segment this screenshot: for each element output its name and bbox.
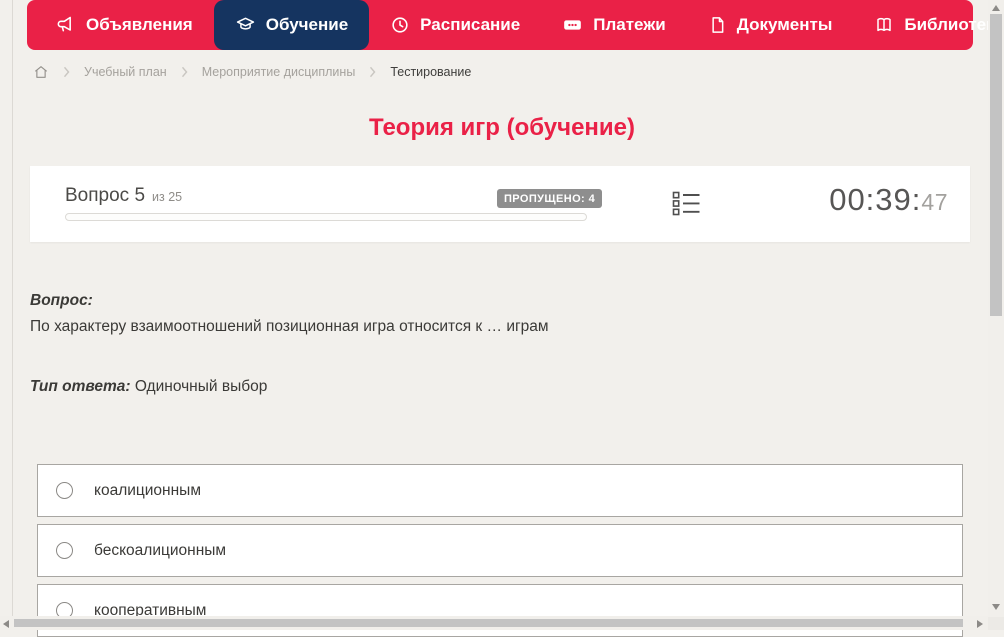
answer-option-label: бескоалиционным	[94, 541, 227, 559]
answer-option-2[interactable]: бескоалиционным	[37, 524, 963, 577]
nav-item-label: Документы	[736, 15, 833, 34]
radio-button[interactable]	[56, 542, 73, 559]
answer-option-1[interactable]: коалиционным	[37, 464, 963, 517]
timer-seconds: 47	[921, 189, 948, 215]
nav-item-label: Платежи	[593, 15, 666, 34]
horizontal-scrollbar[interactable]	[0, 616, 1004, 630]
question-header-card: Вопрос 5 из 25 ПРОПУЩЕНО: 4 00:39:47	[30, 166, 970, 242]
clock-icon	[390, 15, 410, 35]
breadcrumb-separator-icon	[180, 66, 189, 78]
nav-item-documents[interactable]: Документы	[687, 0, 854, 50]
scroll-down-arrow-icon[interactable]	[992, 604, 1000, 610]
breadcrumb-item-testing: Тестирование	[390, 65, 472, 79]
breadcrumb-item-discipline-event[interactable]: Мероприятие дисциплины	[202, 65, 356, 79]
scrollbar-corner	[988, 617, 1004, 630]
nav-item-label: Объявления	[86, 15, 193, 34]
skipped-badge: ПРОПУЩЕНО: 4	[497, 189, 603, 208]
test-progress-bar	[65, 213, 587, 221]
question-label: Вопрос:	[30, 292, 93, 309]
megaphone-icon	[56, 15, 76, 35]
breadcrumb-separator-icon	[368, 66, 377, 78]
question-total-label: из 25	[152, 190, 183, 204]
answer-type-row: Тип ответа: Одиночный выбор	[30, 378, 267, 396]
answer-option-label: коалиционным	[94, 481, 201, 499]
left-border-line	[12, 0, 13, 617]
horizontal-scrollbar-thumb[interactable]	[14, 619, 963, 627]
nav-item-library[interactable]: Библиотека	[853, 0, 1004, 50]
scroll-up-arrow-icon[interactable]	[992, 5, 1000, 11]
timer: 00:39:47	[829, 182, 948, 218]
nav-item-schedule[interactable]: Расписание	[369, 0, 541, 50]
vertical-scrollbar[interactable]	[988, 0, 1004, 617]
scroll-right-arrow-icon[interactable]	[977, 620, 983, 628]
nav-item-label: Расписание	[420, 15, 521, 34]
question-number-label: Вопрос 5	[65, 185, 146, 206]
home-icon[interactable]	[33, 64, 49, 80]
vertical-scrollbar-thumb[interactable]	[990, 14, 1002, 316]
scroll-left-arrow-icon[interactable]	[3, 620, 9, 628]
answer-options: коалиционным бескоалиционным кооперативн…	[37, 464, 963, 637]
banknote-icon	[562, 15, 583, 35]
radio-button[interactable]	[56, 482, 73, 499]
breadcrumb-item-curriculum[interactable]: Учебный план	[84, 65, 167, 79]
timer-hours-minutes: 00:39:	[829, 182, 922, 217]
main-navbar: Объявления Обучение Расписание Платежи Д…	[27, 0, 1004, 50]
breadcrumb: Учебный план Мероприятие дисциплины Тест…	[33, 62, 471, 82]
nav-item-payments[interactable]: Платежи	[541, 0, 687, 50]
nav-item-label: Обучение	[265, 15, 349, 34]
document-icon	[708, 15, 727, 35]
nav-item-announcements[interactable]: Объявления	[35, 0, 214, 50]
answer-type-label: Тип ответа:	[30, 378, 131, 395]
question-list-button[interactable]	[672, 191, 701, 221]
question-list-icon	[672, 191, 701, 220]
book-icon	[874, 15, 894, 35]
question-text: По характеру взаимоотношений позиционная…	[30, 318, 549, 335]
nav-item-education[interactable]: Обучение	[213, 0, 370, 50]
page-title: Теория игр (обучение)	[368, 114, 635, 141]
answer-type-value: Одиночный выбор	[134, 378, 268, 395]
graduation-cap-icon	[235, 15, 256, 35]
question-number: Вопрос 5 из 25	[65, 185, 182, 207]
breadcrumb-separator-icon	[62, 66, 71, 78]
